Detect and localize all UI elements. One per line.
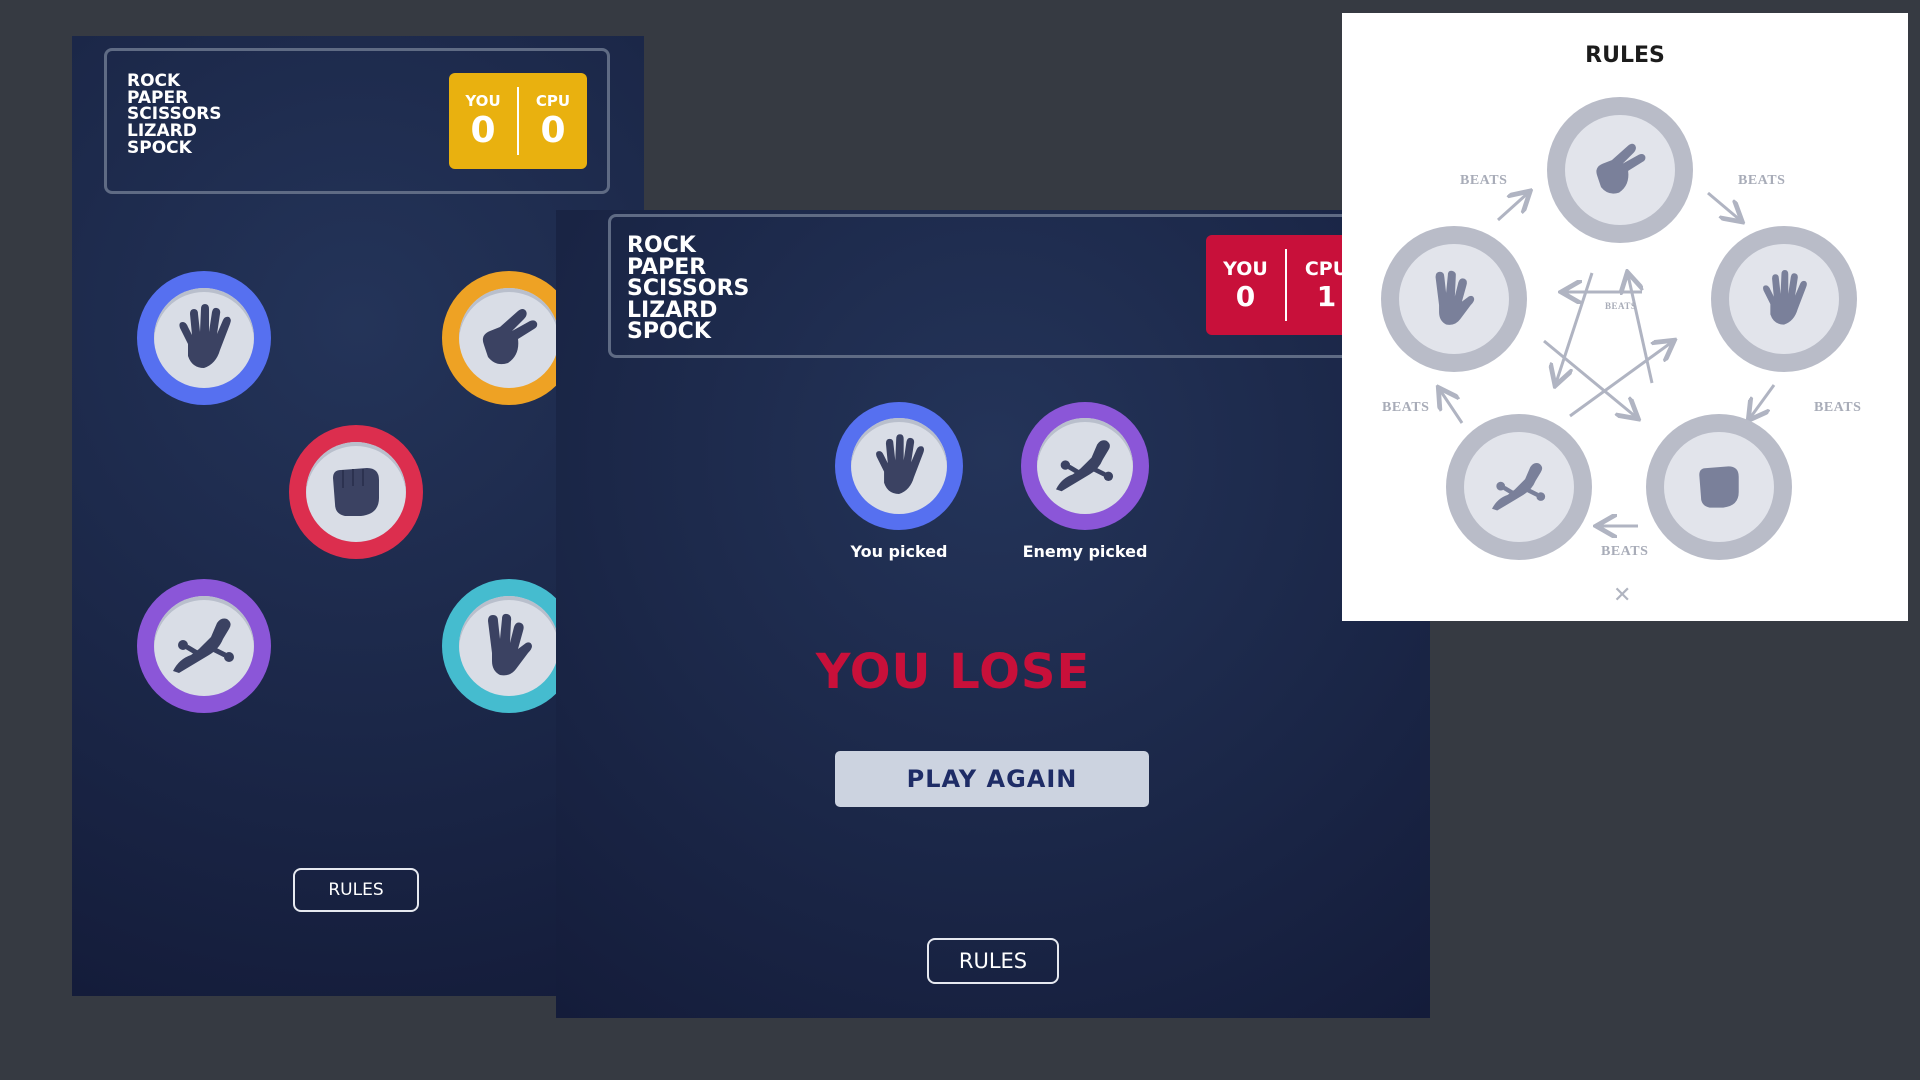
title-line: ROCK bbox=[627, 233, 696, 258]
beats-label: BEATS bbox=[1738, 173, 1786, 188]
arrow-line bbox=[1440, 390, 1464, 424]
you-picked-token bbox=[835, 402, 963, 530]
lizard-icon bbox=[1492, 463, 1546, 511]
rules-rock-token bbox=[1646, 414, 1792, 560]
paper-token[interactable] bbox=[137, 271, 271, 405]
rules-modal: RULES BEATS BEATS BEATS BEATS BEATS BEAT… bbox=[1342, 13, 1908, 621]
you-value: 0 bbox=[1235, 279, 1256, 313]
you-label: YOU bbox=[1223, 257, 1268, 280]
spock-icon bbox=[488, 613, 532, 676]
lizard-icon bbox=[173, 618, 234, 673]
rock-icon bbox=[333, 468, 379, 516]
enemy-picked-token bbox=[1021, 402, 1149, 530]
cpu-value: 0 bbox=[540, 109, 566, 151]
beats-label: BEATS bbox=[1601, 544, 1649, 559]
result-text: YOU LOSE bbox=[815, 644, 1091, 700]
close-icon[interactable]: ✕ bbox=[1613, 583, 1631, 608]
paper-icon bbox=[1763, 270, 1807, 325]
title-line: LIZARD bbox=[627, 297, 718, 323]
title-line: PAPER bbox=[627, 254, 707, 280]
title-line: SPOCK bbox=[627, 319, 711, 345]
rules-lizard-token bbox=[1446, 414, 1592, 560]
arrow-line bbox=[1496, 193, 1528, 222]
rules-button[interactable]: RULES bbox=[927, 938, 1059, 984]
result-screen: ROCK PAPER SCISSORS LIZARD SPOCK YOU 0 C… bbox=[556, 210, 1448, 1018]
cpu-score: CPU 0 bbox=[519, 92, 587, 151]
play-again-button[interactable]: PLAY AGAIN bbox=[835, 751, 1149, 807]
beats-label: BEATS bbox=[1382, 400, 1430, 415]
you-picked-label: You picked bbox=[850, 542, 948, 561]
spock-icon bbox=[1435, 270, 1475, 325]
you-value: 0 bbox=[470, 109, 496, 151]
rules-scissors-token bbox=[1547, 97, 1693, 243]
scoreboard-header: ROCK PAPER SCISSORS LIZARD SPOCK YOU 0 C… bbox=[608, 214, 1448, 358]
game-title: ROCK PAPER SCISSORS LIZARD SPOCK bbox=[127, 73, 222, 156]
lizard-token[interactable] bbox=[137, 579, 271, 713]
scissors-icon bbox=[1596, 143, 1646, 194]
beats-label: BEATS bbox=[1605, 301, 1637, 311]
you-score: YOU 0 bbox=[1206, 258, 1285, 313]
lizard-icon bbox=[1056, 440, 1114, 492]
beats-label: BEATS bbox=[1460, 173, 1508, 188]
you-score: YOU 0 bbox=[449, 92, 517, 151]
scissors-icon bbox=[482, 309, 538, 365]
arrow-line bbox=[1750, 384, 1776, 418]
rock-icon bbox=[1699, 466, 1739, 508]
beats-label: BEATS bbox=[1814, 400, 1862, 415]
scoreboard-header: ROCK PAPER SCISSORS LIZARD SPOCK YOU 0 C… bbox=[104, 48, 610, 194]
enemy-picked-label: Enemy picked bbox=[1022, 542, 1148, 561]
rules-spock-token bbox=[1381, 226, 1527, 372]
you-label: YOU bbox=[465, 91, 501, 110]
rock-token[interactable] bbox=[289, 425, 423, 559]
paper-icon bbox=[876, 434, 925, 494]
title-line: SPOCK bbox=[127, 137, 192, 158]
title-line: SCISSORS bbox=[627, 276, 750, 302]
paper-icon bbox=[179, 304, 231, 368]
score-box: YOU 0 CPU 0 bbox=[449, 73, 587, 169]
rules-button[interactable]: RULES bbox=[293, 868, 419, 912]
rules-paper-token bbox=[1711, 226, 1857, 372]
cpu-label: CPU bbox=[535, 91, 571, 110]
game-title: ROCK PAPER SCISSORS LIZARD SPOCK bbox=[627, 235, 749, 343]
arrow-line bbox=[1707, 191, 1740, 220]
